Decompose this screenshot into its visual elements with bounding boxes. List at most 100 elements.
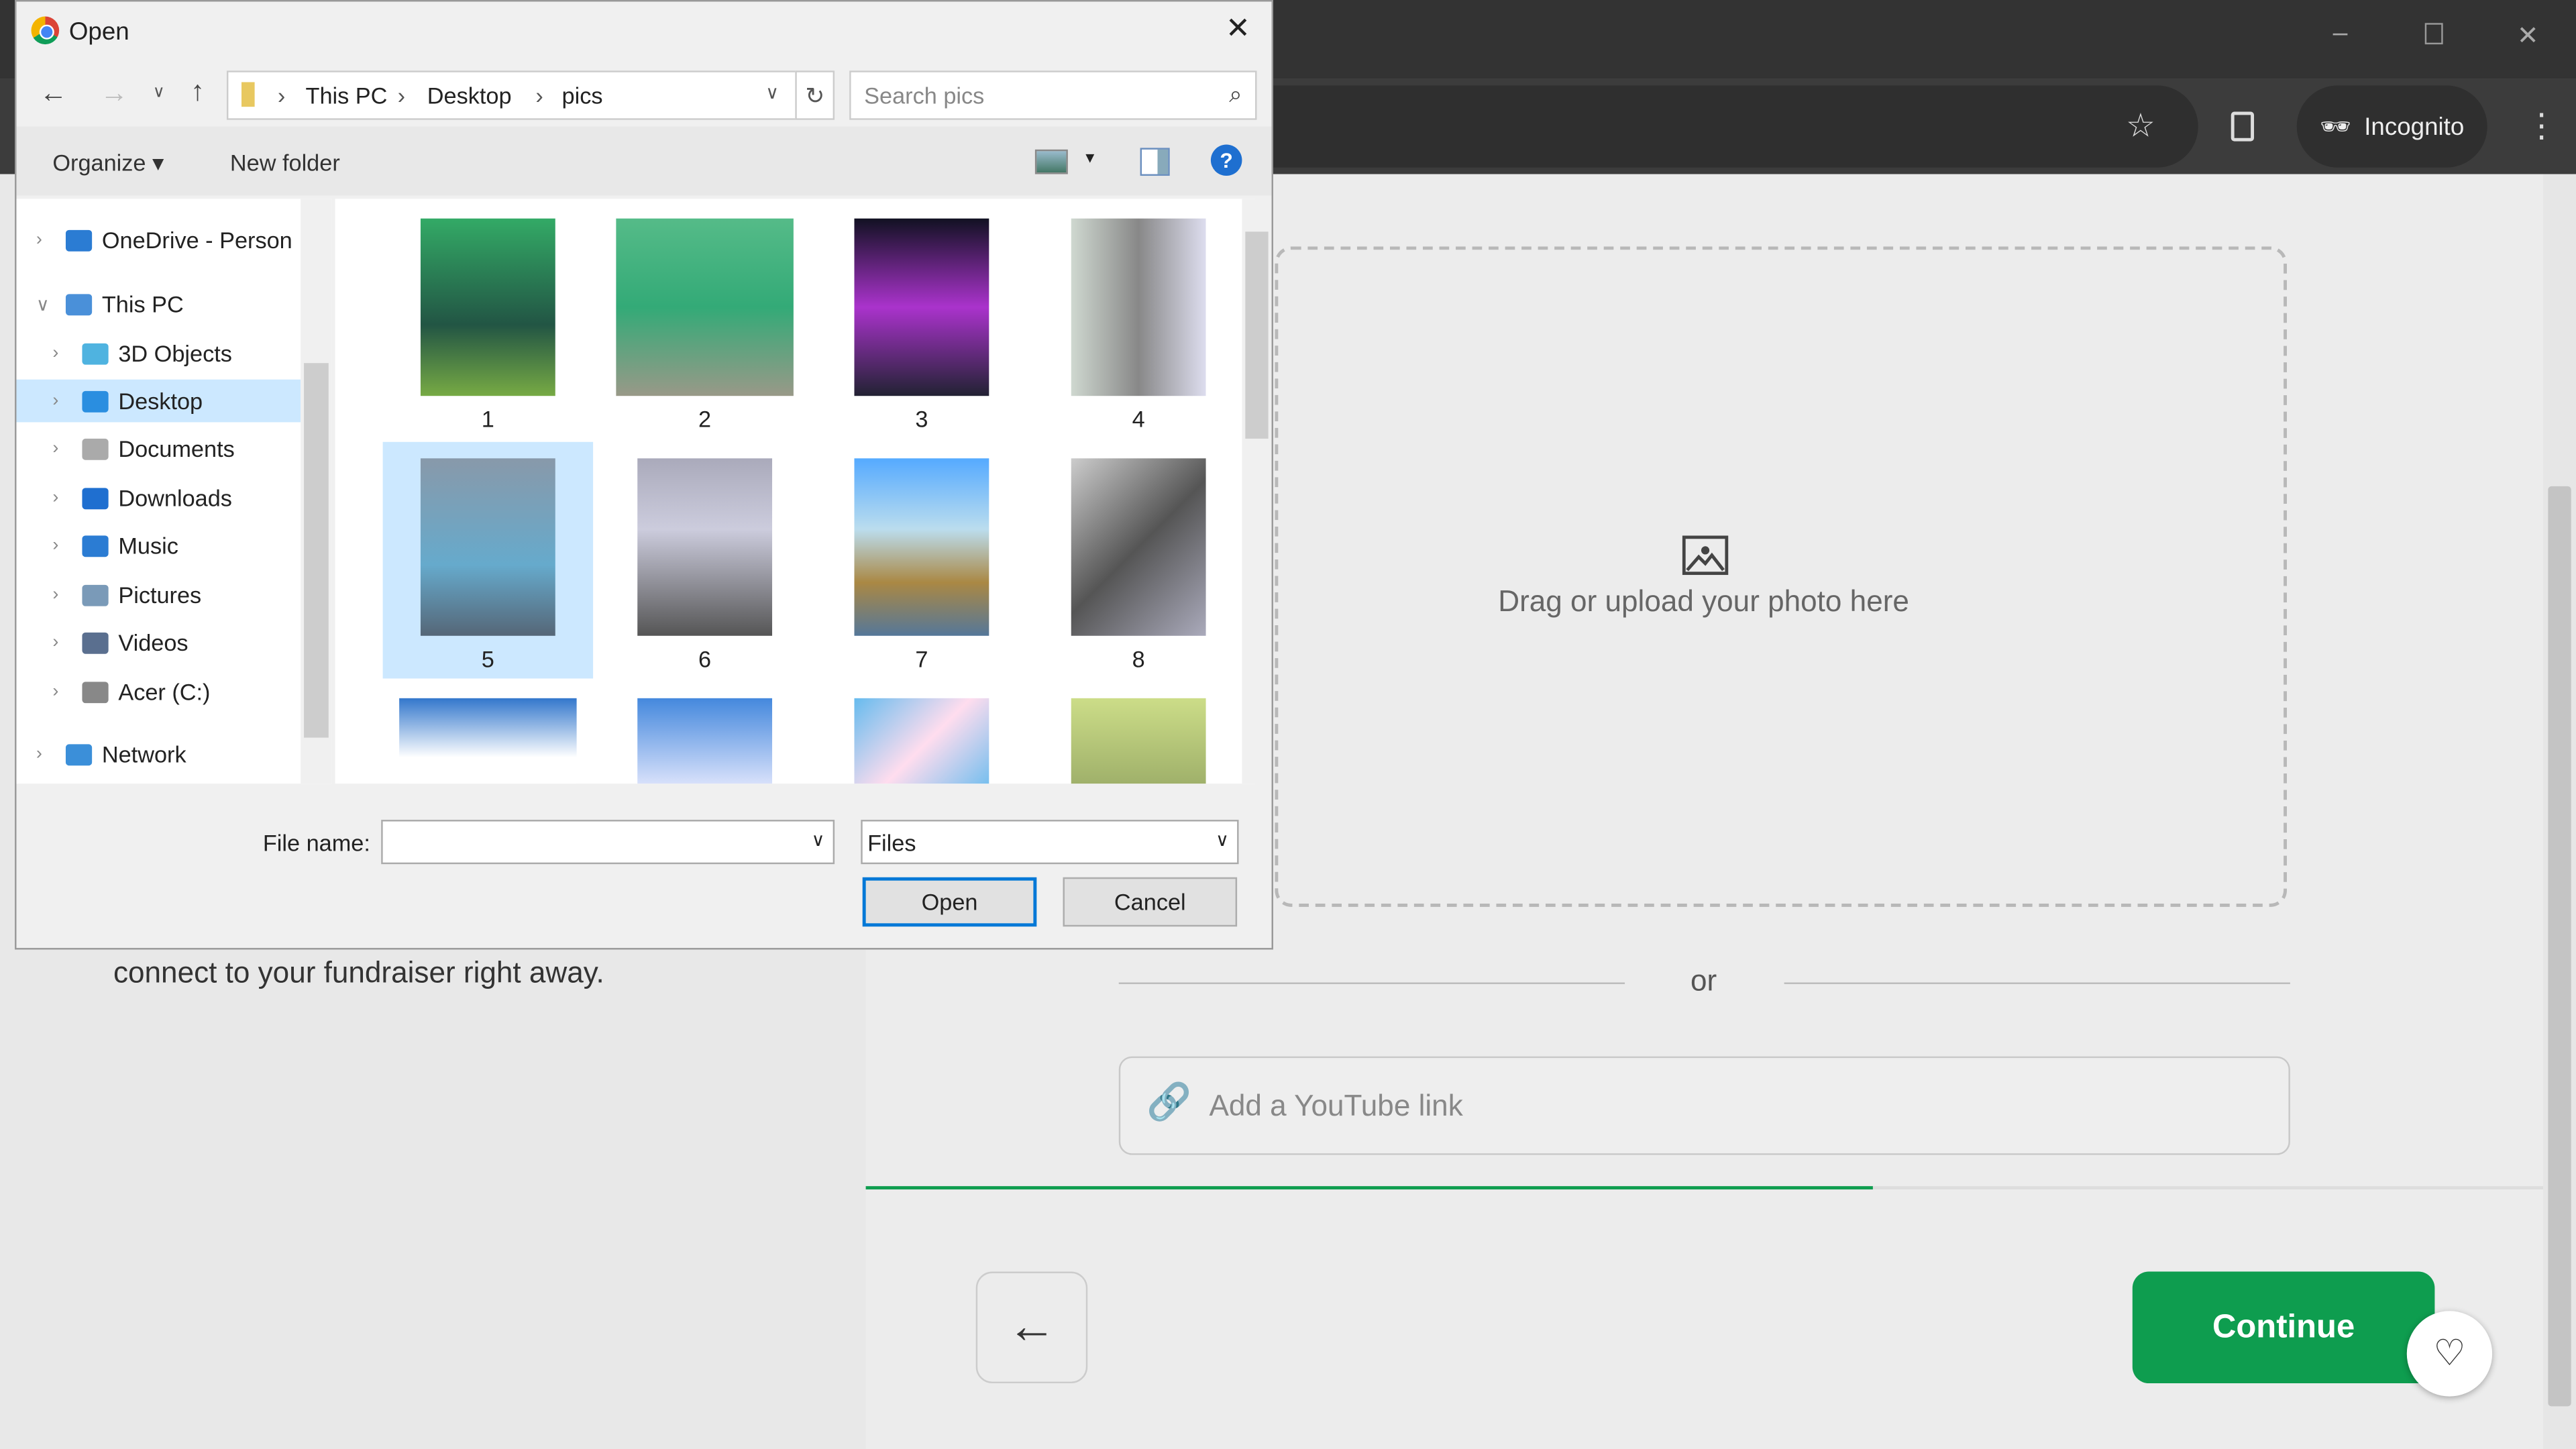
image-thumbnail[interactable] [854, 698, 989, 784]
image-thumbnail [854, 458, 989, 636]
navigation-scrollbar[interactable] [301, 199, 332, 784]
file-item[interactable]: 7 [816, 442, 1026, 679]
breadcrumb-dropdown-icon[interactable]: ∨ [765, 82, 779, 103]
tree-item-label: Videos [118, 629, 189, 656]
expand-chevron-icon[interactable]: › [52, 439, 58, 458]
organize-button[interactable]: Organize ▾ [52, 150, 164, 178]
search-input[interactable]: Search pics ⌕ [849, 70, 1257, 120]
file-item[interactable]: 2 [600, 202, 810, 439]
tree-item-documents[interactable]: › Documents [16, 427, 301, 470]
back-button[interactable]: ← [975, 1271, 1088, 1384]
progress-track [865, 1186, 2544, 1190]
view-dropdown-icon[interactable]: ▼ [1083, 150, 1097, 166]
desktop-icon [82, 390, 109, 412]
youtube-placeholder: Add a YouTube link [1209, 1089, 1463, 1122]
file-item[interactable]: 4 [1033, 202, 1243, 439]
drive-icon [82, 681, 109, 702]
incognito-button[interactable]: 🕶 Incognito [2296, 85, 2487, 168]
file-name: 7 [915, 645, 928, 672]
photo-dropzone[interactable] [1275, 246, 2288, 907]
forward-arrow-icon[interactable]: → [100, 77, 128, 110]
address-breadcrumb[interactable]: › This PC › Desktop › pics ∨ [226, 70, 812, 120]
open-button[interactable]: Open [862, 877, 1037, 927]
tree-item-label: Desktop [118, 387, 203, 415]
dialog-title: Open [68, 17, 129, 46]
breadcrumb-desktop[interactable]: Desktop [427, 82, 512, 108]
chevron-down-icon[interactable]: ∨ [812, 830, 825, 851]
tree-item-network[interactable]: › Network [16, 733, 301, 775]
expand-chevron-icon[interactable]: › [52, 391, 58, 411]
navigation-pane: › OneDrive - Person ∨ This PC › 3D Objects › De… [16, 199, 332, 784]
tree-item-this-pc[interactable]: ∨ This PC [16, 282, 301, 325]
recent-dropdown-icon[interactable]: ∨ [153, 84, 165, 102]
help-chat-icon[interactable]: ♡ [2406, 1311, 2493, 1397]
image-thumbnail[interactable] [399, 698, 577, 784]
address-bar[interactable] [1265, 85, 2198, 168]
refresh-icon[interactable]: ↻ [795, 70, 835, 120]
expand-chevron-icon[interactable]: ∨ [36, 293, 50, 315]
tree-item-label: Network [101, 741, 186, 767]
chevron-down-icon[interactable]: ∨ [1216, 830, 1229, 851]
file-name-input[interactable]: ∨ [381, 820, 835, 865]
file-list-scrollbar[interactable] [1242, 199, 1272, 784]
expand-chevron-icon[interactable]: › [52, 535, 58, 555]
expand-chevron-icon[interactable]: › [52, 585, 58, 604]
expand-chevron-icon[interactable]: › [52, 343, 58, 363]
image-thumbnail[interactable] [1071, 698, 1206, 784]
file-item[interactable]: 5 [382, 441, 594, 679]
description-text: connect to your fundraiser right away. [113, 956, 604, 989]
scrollbar-thumb[interactable] [2548, 486, 2571, 1407]
back-arrow-icon[interactable]: ← [40, 77, 68, 110]
tree-item-label: This PC [101, 290, 184, 317]
change-view-icon[interactable] [1034, 149, 1068, 174]
expand-chevron-icon[interactable]: › [52, 682, 58, 701]
tree-item-acer-c[interactable]: › Acer (C:) [16, 670, 301, 713]
help-icon[interactable]: ? [1210, 144, 1242, 176]
minimize-icon[interactable]: – [2333, 19, 2348, 49]
scrollbar-thumb[interactable] [304, 363, 329, 738]
browser-menu-icon[interactable]: ⋮ [2525, 105, 2558, 146]
document-icon [82, 437, 109, 460]
youtube-link-input[interactable]: 🔗 Add a YouTube link [1118, 1056, 2290, 1155]
expand-chevron-icon[interactable]: › [52, 488, 58, 507]
dialog-close-icon[interactable]: ✕ [1226, 11, 1250, 46]
progress-fill [865, 1186, 1872, 1190]
preview-pane-icon[interactable] [1140, 148, 1170, 176]
restore-icon[interactable] [2424, 23, 2443, 45]
tree-item-onedrive-person[interactable]: › OneDrive - Person [16, 219, 301, 262]
dropzone-text: Drag or upload your photo here [1498, 584, 1909, 618]
image-thumbnail [1071, 458, 1206, 636]
file-item[interactable]: 3 [816, 202, 1026, 439]
scrollbar-thumb[interactable] [1245, 231, 1269, 439]
breadcrumb-pics[interactable]: pics [562, 82, 603, 108]
file-item[interactable]: 6 [600, 442, 810, 679]
file-item[interactable]: 8 [1033, 442, 1243, 679]
tree-item-label: 3D Objects [118, 339, 232, 367]
search-placeholder: Search pics [864, 82, 985, 109]
image-thumbnail [854, 218, 989, 396]
tree-item-music[interactable]: › Music [16, 524, 301, 567]
cancel-button[interactable]: Cancel [1063, 877, 1238, 927]
tree-item-videos[interactable]: › Videos [16, 621, 301, 664]
bookmark-star-icon[interactable]: ☆ [2126, 105, 2155, 146]
tree-item-desktop[interactable]: › Desktop [16, 379, 301, 423]
close-window-icon[interactable]: ✕ [2517, 19, 2539, 52]
file-type-select[interactable]: Files ∨ [861, 820, 1239, 865]
tree-item-downloads[interactable]: › Downloads [16, 476, 301, 519]
tree-item-3d-objects[interactable]: › 3D Objects [16, 332, 301, 375]
up-arrow-icon[interactable]: ↑ [191, 76, 205, 109]
tree-item-pictures[interactable]: › Pictures [16, 574, 301, 616]
page-scrollbar[interactable] [2543, 174, 2576, 1449]
tree-item-label: Downloads [118, 484, 232, 511]
side-panel-icon[interactable] [2231, 111, 2255, 142]
new-folder-button[interactable]: New folder [230, 150, 340, 176]
image-thumbnail[interactable] [637, 698, 773, 784]
search-icon: ⌕ [1229, 80, 1242, 107]
expand-chevron-icon[interactable]: › [52, 633, 58, 652]
expand-chevron-icon[interactable]: › [36, 744, 42, 763]
continue-button[interactable]: Continue [2132, 1271, 2435, 1384]
expand-chevron-icon[interactable]: › [36, 230, 42, 250]
breadcrumb-this-pc[interactable]: This PC [306, 82, 388, 108]
file-item[interactable]: 1 [383, 202, 593, 439]
tree-item-label: Documents [118, 435, 235, 462]
